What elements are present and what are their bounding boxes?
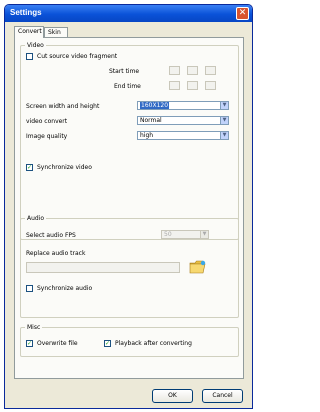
screen-size-value: 160X120 [140, 102, 170, 109]
chevron-down-icon: ▼ [200, 231, 208, 238]
chevron-down-icon: ▼ [220, 117, 228, 124]
playback-checkbox[interactable]: ✓ [104, 340, 111, 347]
chevron-down-icon: ▼ [220, 102, 228, 109]
audio-fps-select[interactable]: 50 ▼ [161, 230, 209, 239]
start-minute-field[interactable] [187, 66, 198, 75]
convert-panel: Video Cut source video fragment Start ti… [14, 37, 244, 379]
playback-label: Playback after converting [115, 340, 192, 347]
cut-fragment-checkbox[interactable] [26, 53, 33, 60]
misc-group: Misc ✓ Overwrite file ✓ Playback after c… [20, 324, 239, 357]
ok-button-label: OK [168, 392, 177, 399]
audio-group: Audio Select audio FPS 50 ▼ Replace audi… [20, 215, 239, 318]
start-time-label: Start time [109, 68, 140, 75]
checkmark-icon: ✓ [27, 340, 33, 347]
tab-skin-label: Skin [48, 29, 61, 36]
screen-size-label: Screen width and height [26, 103, 100, 110]
settings-window: Settings ✕ Convert Skin Video Cut source… [4, 4, 253, 409]
close-button[interactable]: ✕ [236, 7, 249, 20]
cancel-button[interactable]: Cancel [202, 389, 243, 403]
image-quality-select[interactable]: high ▼ [137, 131, 229, 140]
end-hour-field[interactable] [169, 81, 180, 90]
sync-audio-checkbox[interactable] [26, 285, 33, 292]
start-second-field[interactable] [205, 66, 216, 75]
cut-fragment-label: Cut source video fragment [37, 53, 118, 60]
chevron-down-icon: ▼ [220, 132, 228, 139]
video-convert-select[interactable]: Normal ▼ [137, 116, 229, 125]
tab-convert-label: Convert [18, 28, 42, 35]
checkmark-icon: ✓ [105, 340, 111, 347]
audio-fps-label: Select audio FPS [26, 232, 76, 239]
video-group: Video Cut source video fragment Start ti… [20, 42, 239, 240]
audio-group-label: Audio [25, 215, 47, 222]
tab-convert[interactable]: Convert [14, 26, 44, 38]
sync-video-label: Synchronize video [37, 164, 92, 171]
checkmark-icon: ✓ [27, 164, 33, 171]
end-second-field[interactable] [205, 81, 216, 90]
end-minute-field[interactable] [187, 81, 198, 90]
close-icon: ✕ [238, 8, 247, 18]
misc-group-label: Misc [25, 324, 43, 331]
overwrite-checkbox[interactable]: ✓ [26, 340, 33, 347]
video-group-label: Video [25, 42, 46, 49]
video-convert-value: Normal [140, 117, 162, 124]
folder-open-icon[interactable] [189, 259, 207, 275]
video-convert-label: video convert [26, 118, 68, 125]
end-time-label: End time [114, 83, 141, 90]
sync-audio-label: Synchronize audio [37, 285, 93, 292]
cancel-button-label: Cancel [212, 392, 233, 399]
image-quality-label: Image quality [26, 133, 68, 140]
title-bar[interactable]: Settings ✕ [5, 5, 252, 22]
start-hour-field[interactable] [169, 66, 180, 75]
sync-video-checkbox[interactable]: ✓ [26, 164, 33, 171]
window-title: Settings [10, 8, 42, 17]
screen-size-select[interactable]: 160X120 ▼ [137, 101, 229, 110]
replace-audio-label: Replace audio track [26, 250, 86, 257]
image-quality-value: high [140, 132, 154, 139]
audio-track-field[interactable] [26, 262, 180, 273]
overwrite-label: Overwrite file [37, 340, 78, 347]
audio-fps-value: 50 [164, 231, 172, 238]
ok-button[interactable]: OK [152, 389, 193, 403]
